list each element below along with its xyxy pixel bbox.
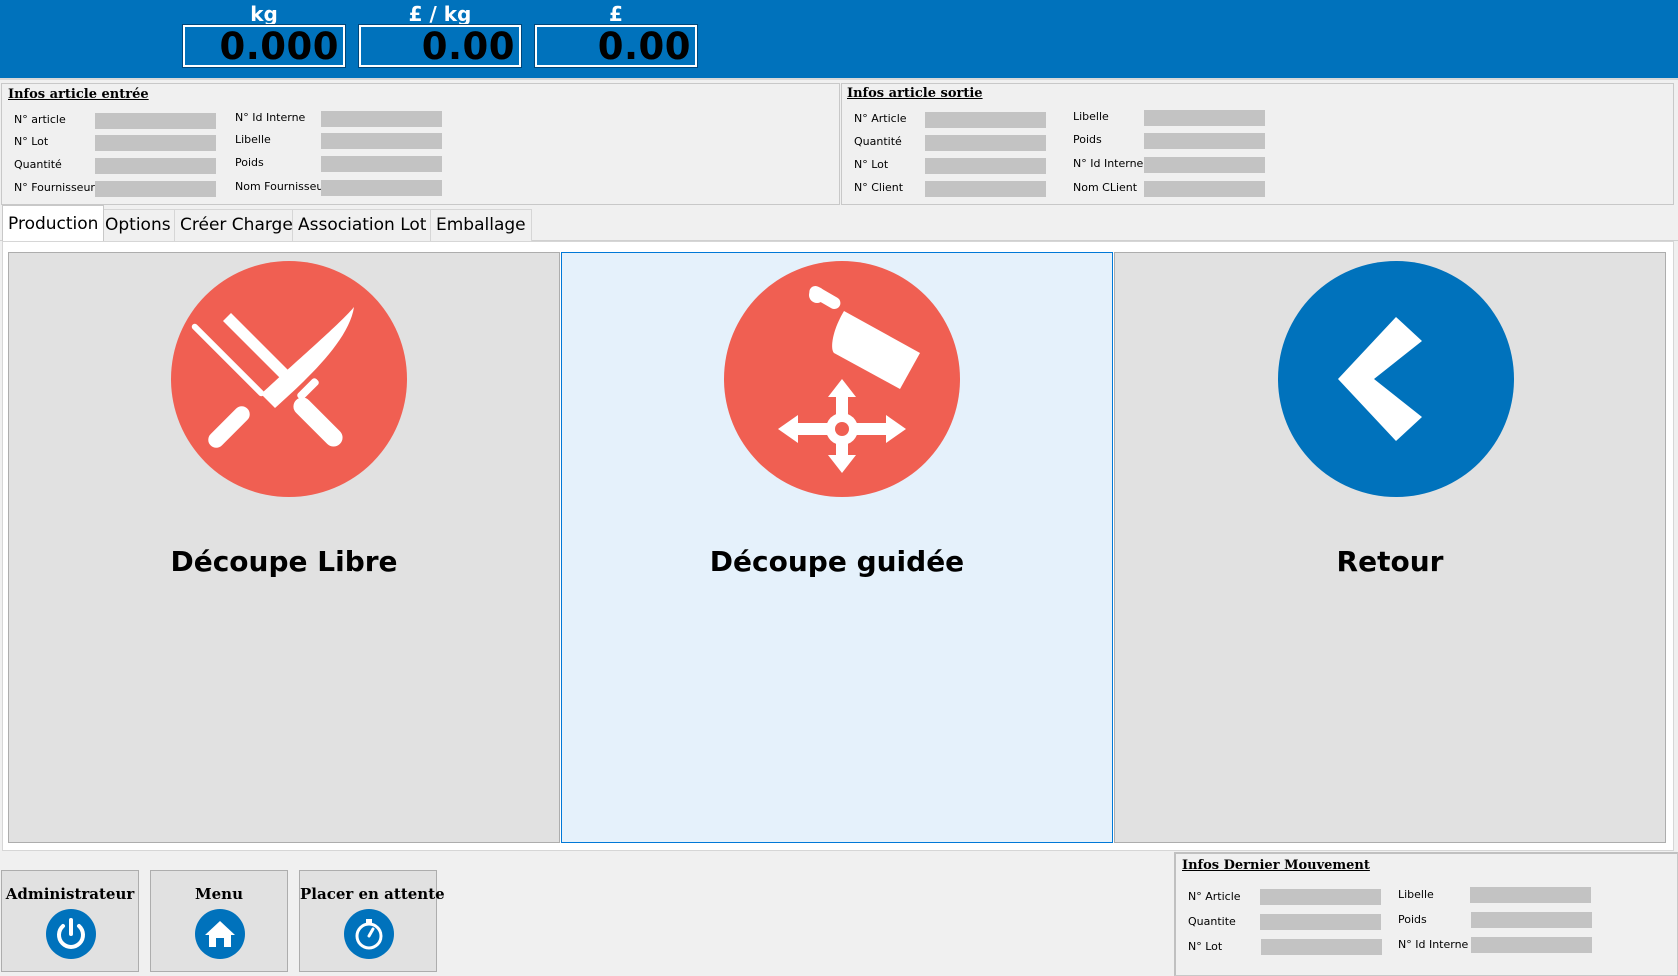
entree-field-libelle (321, 133, 442, 149)
entree-field-lot (95, 135, 216, 151)
sortie-field-nom-client (1144, 181, 1265, 197)
menu-button[interactable]: Menu (150, 870, 288, 972)
entree-field-article (95, 113, 216, 129)
dernier-label-lot: N° Lot (1188, 940, 1223, 953)
entree-field-id-interne (321, 111, 442, 127)
price-per-kg-unit-label: £ / kg (408, 2, 472, 26)
sortie-label-id-interne: N° Id Interne (1073, 157, 1144, 170)
sortie-label-client: N° Client (854, 181, 904, 194)
entree-field-fournisseur (95, 181, 216, 197)
sortie-field-id-interne (1144, 157, 1265, 173)
dernier-field-libelle (1470, 887, 1591, 903)
crossed-knives-icon (171, 261, 407, 497)
dernier-field-quantite (1260, 914, 1381, 930)
tab-options[interactable]: Options (99, 209, 177, 241)
tab-emballage[interactable]: Emballage (430, 209, 532, 241)
info-article-sortie-panel: Infos article sortie N° Article Quantité… (841, 83, 1674, 205)
cleaver-arrows-icon (724, 261, 960, 497)
dernier-field-poids (1471, 912, 1592, 928)
placer-en-attente-button[interactable]: Placer en attente (299, 870, 445, 972)
administrateur-label: Administrateur (5, 885, 135, 903)
home-icon (195, 909, 245, 959)
entree-field-quantite (95, 158, 216, 174)
dernier-label-quantite: Quantite (1188, 915, 1236, 928)
entree-label-libelle: Libelle (235, 133, 271, 146)
retour-button[interactable]: Retour (1114, 252, 1666, 843)
info-dernier-mouvement-title: Infos Dernier Mouvement (1182, 858, 1370, 873)
dernier-field-lot (1261, 939, 1382, 955)
retour-label: Retour (1336, 545, 1444, 578)
entree-label-nom-fournisseur: Nom Fournisseur (235, 180, 328, 193)
chevron-left-icon (1278, 261, 1514, 497)
weight-unit-label: kg (250, 2, 278, 26)
sortie-label-libelle: Libelle (1073, 110, 1109, 123)
decoupe-libre-label: Découpe Libre (170, 545, 398, 578)
administrateur-button[interactable]: Administrateur (1, 870, 139, 972)
power-icon (46, 909, 96, 959)
dernier-field-id-interne (1471, 937, 1592, 953)
placer-en-attente-label: Placer en attente (300, 885, 445, 903)
info-dernier-mouvement-panel: Infos Dernier Mouvement N° Article Quant… (1174, 852, 1678, 976)
sortie-label-nom-client: Nom CLient (1073, 181, 1138, 194)
price-per-kg-value: 0.00 (358, 24, 522, 68)
sortie-field-quantite (925, 135, 1046, 151)
decoupe-guidee-label: Découpe guidée (709, 545, 965, 578)
dernier-label-article: N° Article (1188, 890, 1241, 903)
decoupe-guidee-button[interactable]: Découpe guidée (561, 252, 1113, 843)
sortie-field-poids (1144, 133, 1265, 149)
entree-field-poids (321, 156, 442, 172)
sortie-label-lot: N° Lot (854, 158, 889, 171)
menu-label: Menu (195, 885, 243, 903)
dernier-label-id-interne: N° Id Interne (1398, 938, 1469, 951)
decoupe-libre-button[interactable]: Découpe Libre (8, 252, 560, 843)
entree-field-nom-fournisseur (321, 180, 442, 196)
info-article-entree-title: Infos article entrée (8, 87, 149, 102)
sortie-label-quantite: Quantité (854, 135, 902, 148)
total-price-value: 0.00 (534, 24, 698, 68)
total-price-unit-label: £ (609, 2, 623, 26)
weight-value: 0.000 (182, 24, 346, 68)
sortie-label-article: N° Article (854, 112, 907, 125)
entree-label-article: N° article (14, 113, 66, 126)
entree-label-lot: N° Lot (14, 135, 49, 148)
entree-label-id-interne: N° Id Interne (235, 111, 306, 124)
tab-creer-charge[interactable]: Créer Charge (174, 209, 299, 241)
dernier-label-poids: Poids (1398, 913, 1427, 926)
sortie-field-libelle (1144, 110, 1265, 126)
dernier-label-libelle: Libelle (1398, 888, 1434, 901)
tab-association-lot[interactable]: Association Lot (292, 209, 433, 241)
sortie-field-lot (925, 158, 1046, 174)
weight-display-bar: kg 0.000 £ / kg 0.00 £ 0.00 (0, 0, 1678, 80)
info-article-entree-panel: Infos article entrée N° article N° Lot Q… (1, 83, 840, 205)
sortie-field-client (925, 181, 1046, 197)
entree-label-fournisseur: N° Fournisseur (14, 181, 95, 194)
info-article-sortie-title: Infos article sortie (847, 86, 983, 101)
sortie-field-article (925, 112, 1046, 128)
sortie-label-poids: Poids (1073, 133, 1102, 146)
dernier-field-article (1260, 889, 1381, 905)
tab-production[interactable]: Production (2, 205, 105, 241)
entree-label-quantite: Quantité (14, 158, 62, 171)
stopwatch-icon (344, 909, 394, 959)
entree-label-poids: Poids (235, 156, 264, 169)
